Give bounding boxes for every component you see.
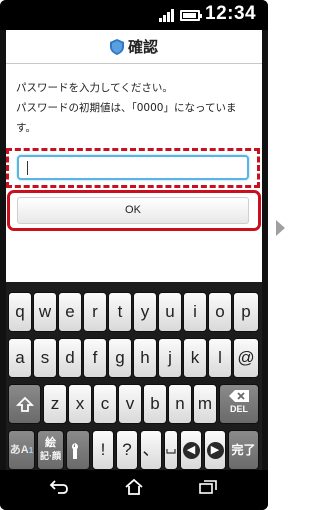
input-mode-label: あA xyxy=(9,444,29,456)
key-y[interactable]: y xyxy=(133,292,157,332)
key-t[interactable]: t xyxy=(108,292,132,332)
signal-icon xyxy=(159,9,175,22)
wrench-icon xyxy=(71,442,79,459)
key-question[interactable]: ? xyxy=(116,430,138,470)
recent-apps-icon[interactable] xyxy=(199,480,217,494)
emoji-symbol-key[interactable]: 絵 記·顔 xyxy=(37,430,64,470)
tools-key[interactable] xyxy=(66,430,90,470)
key-o[interactable]: o xyxy=(208,292,232,332)
dialog-header: 確認 xyxy=(6,30,262,64)
key-x[interactable]: x xyxy=(68,384,92,424)
key-k[interactable]: k xyxy=(183,338,207,378)
emoji-key-bottom: 記·顔 xyxy=(40,451,61,461)
shield-icon xyxy=(110,39,124,55)
delete-key[interactable]: DEL xyxy=(219,384,259,424)
key-comma[interactable]: 、 xyxy=(140,430,162,470)
input-mode-key[interactable]: あA1 xyxy=(8,430,35,470)
key-v[interactable]: v xyxy=(118,384,142,424)
right-arrow-icon: ▶ xyxy=(206,442,224,460)
key-m[interactable]: m xyxy=(193,384,217,424)
key-e[interactable]: e xyxy=(58,292,82,332)
dialog-title: 確認 xyxy=(128,38,159,56)
dialog-message: パスワードを入力してください。 パスワードの初期値は、「0000」になっています… xyxy=(16,78,256,138)
battery-icon xyxy=(180,10,202,21)
space-icon xyxy=(166,448,176,454)
key-z[interactable]: z xyxy=(43,384,67,424)
key-r[interactable]: r xyxy=(83,292,107,332)
left-arrow-key[interactable]: ◀ xyxy=(180,430,202,470)
key-u[interactable]: u xyxy=(158,292,182,332)
message-line-1: パスワードを入力してください。 xyxy=(16,82,173,94)
next-step-arrow xyxy=(276,220,285,236)
phone-frame: 12:34 確認 パスワードを入力してください。 パスワードの初期値は、「000… xyxy=(0,0,268,510)
status-time: 12:34 xyxy=(205,3,257,24)
key-d[interactable]: d xyxy=(58,338,82,378)
key-i[interactable]: i xyxy=(183,292,207,332)
navigation-bar xyxy=(0,470,268,510)
password-input[interactable] xyxy=(17,155,249,180)
key-c[interactable]: c xyxy=(93,384,117,424)
home-icon[interactable] xyxy=(124,478,144,496)
done-key[interactable]: 完了 xyxy=(228,430,259,470)
key-q[interactable]: q xyxy=(8,292,32,332)
key-j[interactable]: j xyxy=(158,338,182,378)
key-h[interactable]: h xyxy=(133,338,157,378)
text-caret xyxy=(27,161,28,175)
key-g[interactable]: g xyxy=(108,338,132,378)
space-key[interactable] xyxy=(164,430,178,470)
back-icon[interactable] xyxy=(49,479,69,495)
input-mode-sub: 1 xyxy=(28,446,34,455)
key-s[interactable]: s xyxy=(33,338,57,378)
emoji-key-top: 絵 xyxy=(45,437,56,449)
left-arrow-icon: ◀ xyxy=(182,442,200,460)
delete-icon xyxy=(229,390,249,402)
key-f[interactable]: f xyxy=(83,338,107,378)
key-at[interactable]: @ xyxy=(233,338,259,378)
key-w[interactable]: w xyxy=(33,292,57,332)
message-line-2: パスワードの初期値は、「0000」になっています。 xyxy=(16,102,237,134)
key-l[interactable]: l xyxy=(208,338,232,378)
delete-label: DEL xyxy=(230,404,248,414)
status-bar: 12:34 xyxy=(0,0,268,30)
right-arrow-key[interactable]: ▶ xyxy=(204,430,226,470)
ok-button[interactable]: OK xyxy=(17,197,249,224)
shift-key[interactable] xyxy=(8,384,41,424)
key-exclamation[interactable]: ! xyxy=(92,430,114,470)
software-keyboard: q w e r t y u i o p a s d f g h j k l @ … xyxy=(6,282,262,470)
shift-icon xyxy=(15,396,34,412)
key-a[interactable]: a xyxy=(8,338,32,378)
key-n[interactable]: n xyxy=(168,384,192,424)
key-p[interactable]: p xyxy=(233,292,259,332)
key-b[interactable]: b xyxy=(143,384,167,424)
